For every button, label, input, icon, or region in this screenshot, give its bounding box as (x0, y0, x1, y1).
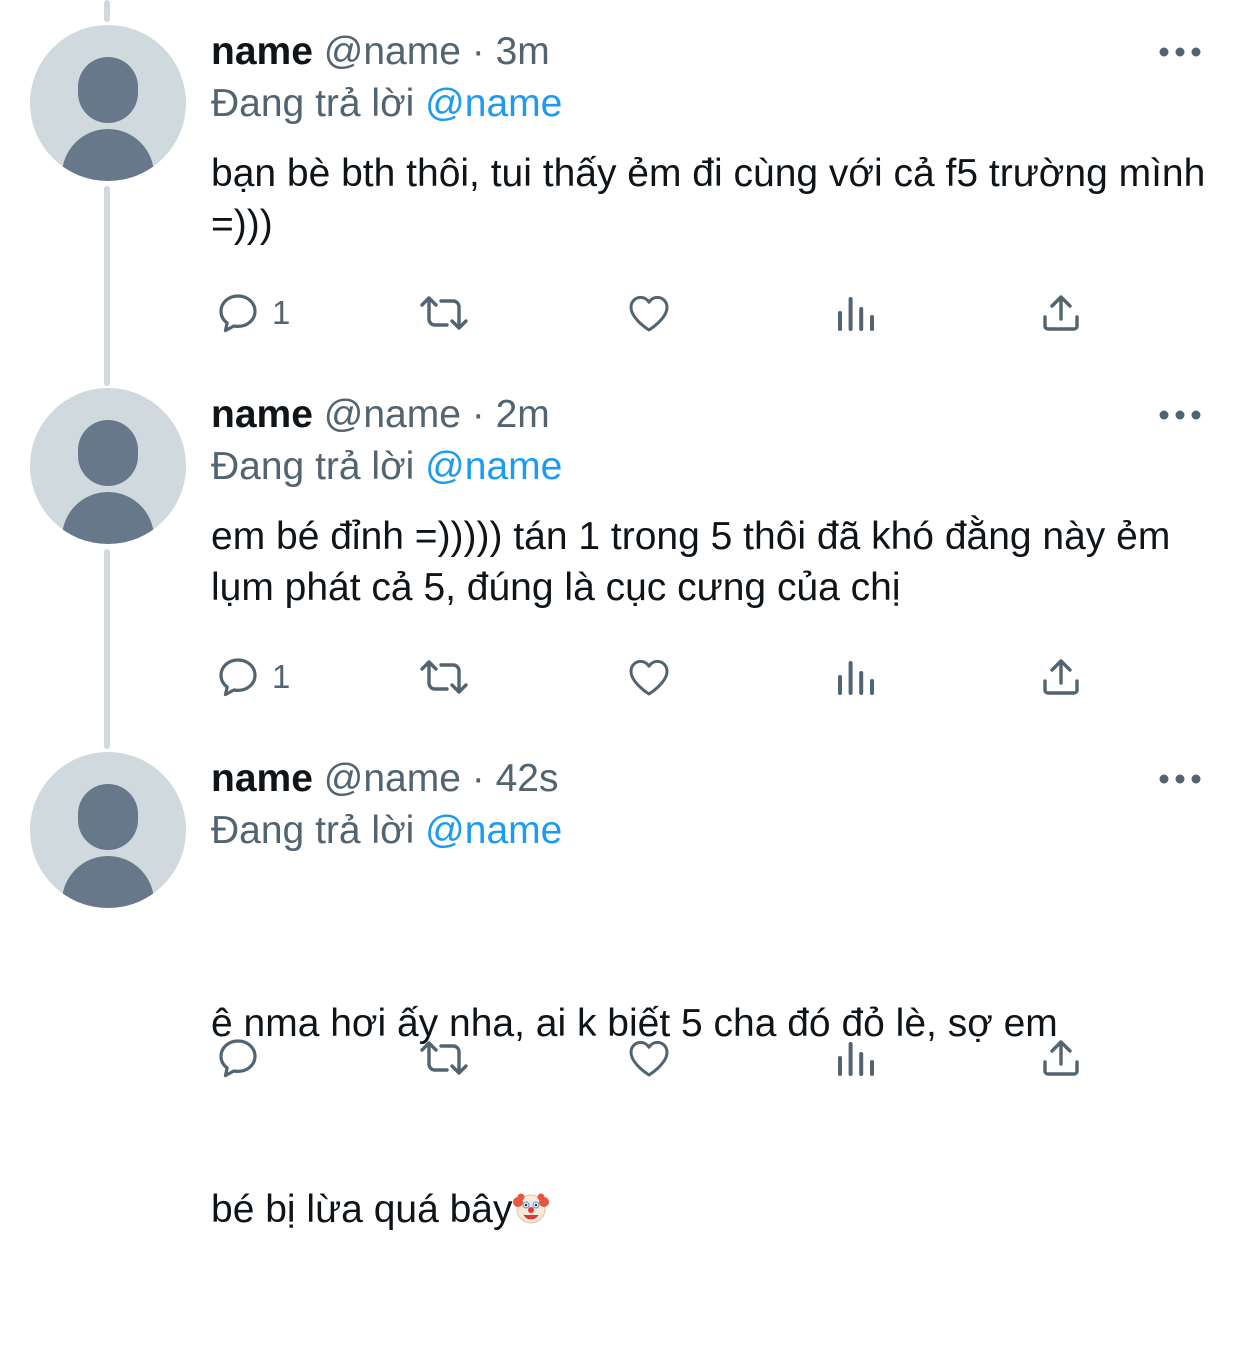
avatar[interactable] (30, 388, 186, 544)
share-button[interactable] (1036, 288, 1086, 338)
more-icon[interactable] (1158, 403, 1202, 427)
reply-button[interactable]: 1 (214, 652, 290, 702)
timestamp[interactable]: 3m (496, 30, 550, 73)
replying-to: Đang trả lời @name (211, 807, 562, 855)
tweet-text: ê nma hơi ấy nha, ai k biết 5 cha đó đỏ … (211, 869, 1211, 1365)
display-name[interactable]: name (211, 393, 313, 436)
retweet-button[interactable] (416, 1033, 472, 1083)
tweet[interactable]: name @name · 2m Đang trả lời @name em bé… (0, 363, 1242, 727)
tweet-header: name @name · 42s (211, 755, 558, 803)
replying-to: Đang trả lời @name (211, 80, 562, 128)
user-handle[interactable]: @name (324, 757, 461, 800)
views-button[interactable] (832, 652, 880, 702)
avatar-body (62, 856, 154, 908)
avatar-head (78, 420, 138, 486)
views-icon (838, 1042, 874, 1076)
like-icon (629, 1040, 669, 1077)
retweet-icon (420, 1041, 468, 1075)
reply-count: 1 (272, 658, 291, 695)
more-icon[interactable] (1158, 40, 1202, 64)
reply-icon (219, 1039, 257, 1078)
retweet-icon (420, 296, 468, 330)
views-icon (838, 297, 874, 331)
reply-icon (219, 294, 257, 333)
tweet-header: name @name · 3m (211, 28, 550, 76)
mention-link[interactable]: @name (425, 809, 562, 852)
share-icon (1043, 659, 1079, 695)
reply-count: 1 (272, 294, 291, 331)
views-icon (838, 661, 874, 695)
like-icon (629, 295, 669, 332)
separator-dot: · (471, 30, 485, 73)
more-icon[interactable] (1158, 767, 1202, 791)
retweet-button[interactable] (416, 288, 472, 338)
tweet-text-fragment: bé bị lừa quá bây (211, 1188, 513, 1231)
retweet-button[interactable] (416, 652, 472, 702)
replying-prefix: Đang trả lời (211, 445, 415, 488)
retweet-icon (420, 660, 468, 694)
user-handle[interactable]: @name (324, 30, 461, 73)
tweet[interactable]: name @name · 3m Đang trả lời @name bạn b… (0, 0, 1242, 364)
separator-dot: · (471, 393, 485, 436)
mention-link[interactable]: @name (425, 82, 562, 125)
like-button[interactable] (624, 288, 674, 338)
tweet-header: name @name · 2m (211, 391, 550, 439)
clown-face-emoji (512, 1193, 549, 1224)
views-button[interactable] (832, 288, 880, 338)
share-button[interactable] (1036, 652, 1086, 702)
user-handle[interactable]: @name (324, 393, 461, 436)
reply-button[interactable]: 1 (214, 288, 290, 338)
avatar-body (62, 492, 154, 544)
like-icon (629, 659, 669, 696)
views-button[interactable] (832, 1033, 880, 1083)
share-button[interactable] (1036, 1033, 1086, 1083)
timestamp[interactable]: 2m (496, 393, 550, 436)
share-icon (1043, 1040, 1079, 1076)
display-name[interactable]: name (211, 757, 313, 800)
tweet-text: em bé đỉnh =))))) tán 1 trong 5 thôi đã … (211, 515, 1182, 609)
tweet-text: bạn bè bth thôi, tui thấy ẻm đi cùng với… (211, 152, 1217, 246)
avatar-body (62, 129, 154, 181)
like-button[interactable] (624, 652, 674, 702)
replying-to: Đang trả lời @name (211, 443, 562, 491)
share-icon (1043, 295, 1079, 331)
reply-button[interactable] (214, 1033, 272, 1083)
avatar-head (78, 784, 138, 850)
separator-dot: · (471, 757, 485, 800)
timestamp[interactable]: 42s (496, 757, 559, 800)
tweet[interactable]: name @name · 42s Đang trả lời @name ê nm… (0, 727, 1242, 1231)
replying-prefix: Đang trả lời (211, 82, 415, 125)
mention-link[interactable]: @name (425, 445, 562, 488)
avatar-head (78, 57, 138, 123)
like-button[interactable] (624, 1033, 674, 1083)
avatar[interactable] (30, 752, 186, 908)
replying-prefix: Đang trả lời (211, 809, 415, 852)
tweet-text-line: bé bị lừa quá bây (211, 1179, 1211, 1241)
display-name[interactable]: name (211, 30, 313, 73)
avatar[interactable] (30, 25, 186, 181)
reply-icon (219, 658, 257, 697)
